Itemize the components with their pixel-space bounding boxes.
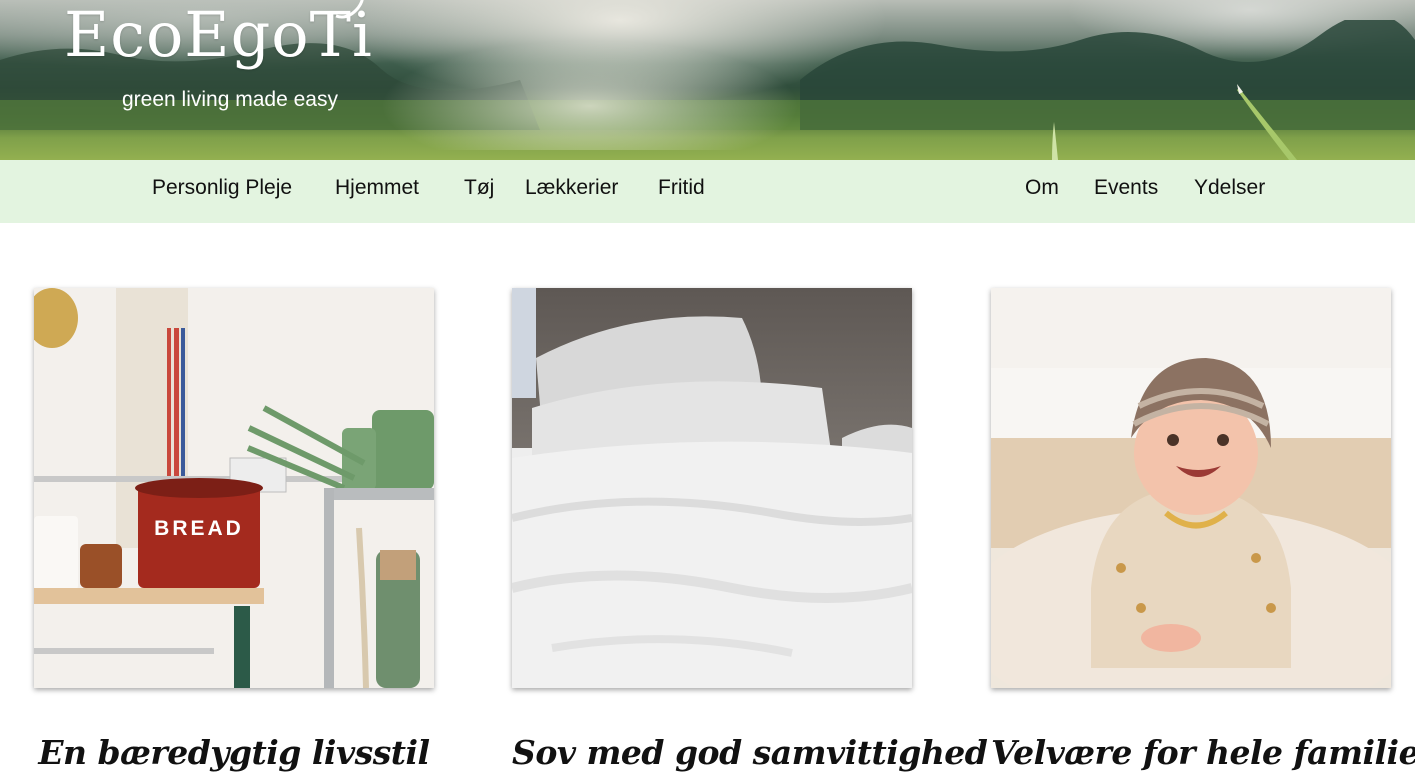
card-image-kitchen[interactable]: BREAD xyxy=(34,288,434,688)
nav-item-toj[interactable]: Tøj xyxy=(464,176,494,200)
grass-blade-small-graphic xyxy=(1052,122,1058,160)
card-image-baby[interactable] xyxy=(991,288,1391,688)
baby-photo-graphic xyxy=(991,288,1391,688)
nav-item-events[interactable]: Events xyxy=(1094,176,1158,200)
card-title[interactable]: Sov med god samvittighed xyxy=(512,733,988,772)
brand[interactable]: EcoEgoTi green living made easy xyxy=(64,0,373,111)
nav-item-hjemmet[interactable]: Hjemmet xyxy=(335,176,419,200)
bed-linen-photo-graphic xyxy=(512,288,912,688)
card-title[interactable]: En bæredygtig livsstil xyxy=(34,733,434,772)
hero-banner: EcoEgoTi green living made easy xyxy=(0,0,1415,160)
nav-item-om[interactable]: Om xyxy=(1025,176,1059,200)
card-title[interactable]: Velvære for hele familien xyxy=(991,733,1415,772)
main-navigation: Personlig Pleje Hjemmet Tøj Lækkerier Fr… xyxy=(0,160,1415,223)
nav-item-laekkerier[interactable]: Lækkerier xyxy=(525,176,618,200)
brand-logo[interactable]: EcoEgoTi xyxy=(64,4,373,66)
grass-blade-graphic xyxy=(1237,84,1297,160)
card-sleep-well[interactable]: Sov med god samvittighed xyxy=(512,288,988,772)
hero-light-haze xyxy=(380,40,800,150)
logo-swirl-icon xyxy=(335,0,364,19)
nav-item-personlig-pleje[interactable]: Personlig Pleje xyxy=(152,176,292,200)
nav-item-ydelser[interactable]: Ydelser xyxy=(1194,176,1265,200)
bread-tin-label: BREAD xyxy=(154,517,244,540)
kitchen-shelf-photo-graphic: BREAD xyxy=(34,288,434,688)
brand-tagline: green living made easy xyxy=(122,88,338,111)
nav-item-fritid[interactable]: Fritid xyxy=(658,176,705,200)
card-image-bed[interactable] xyxy=(512,288,912,688)
card-family-wellbeing[interactable]: Velvære for hele familien xyxy=(991,288,1415,772)
card-sustainable-lifestyle[interactable]: BREAD En bæredygtig livsstil xyxy=(34,288,434,772)
